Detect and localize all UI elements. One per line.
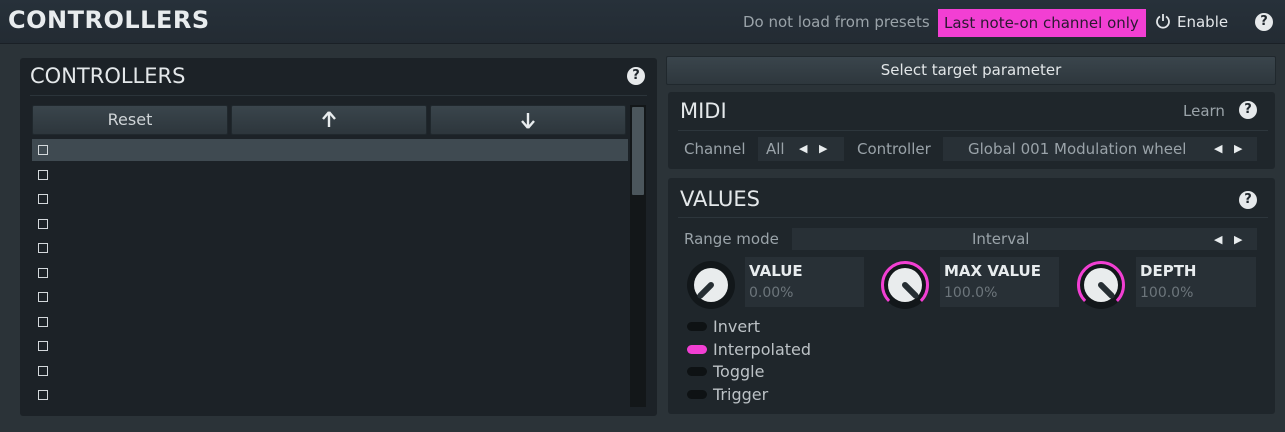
checkbox[interactable]	[38, 365, 48, 376]
list-item[interactable]	[32, 188, 628, 210]
value-knob-title: VALUE	[749, 262, 803, 280]
controller-value[interactable]: Global 001 Modulation wheel	[968, 140, 1186, 158]
select-target-parameter-button[interactable]: Select target parameter	[666, 56, 1276, 85]
checkbox[interactable]	[38, 218, 48, 229]
controllers-list	[32, 139, 628, 409]
divider	[678, 217, 1268, 218]
controller-prev-next-arrows[interactable]: ◀ ▶	[1214, 142, 1246, 155]
list-item[interactable]	[32, 335, 628, 357]
divider	[30, 95, 647, 96]
trigger-label[interactable]: Trigger	[713, 385, 768, 404]
range-mode-value[interactable]: Interval	[972, 230, 1029, 248]
list-item[interactable]	[32, 213, 628, 235]
move-up-button[interactable]	[231, 105, 427, 135]
toggle-mode-toggle[interactable]	[687, 367, 707, 376]
max-value-knob[interactable]	[878, 258, 932, 312]
max-value-knob-title: MAX VALUE	[944, 262, 1041, 280]
depth-knob-value: 100.0%	[1140, 285, 1194, 301]
checkbox[interactable]	[38, 316, 48, 327]
channel-value[interactable]: All	[766, 140, 785, 158]
list-item[interactable]	[32, 262, 628, 284]
arrow-down-icon	[521, 113, 535, 129]
controllers-panel-title: CONTROLLERS	[30, 64, 186, 88]
controller-label: Controller	[857, 140, 931, 158]
value-knob[interactable]	[684, 258, 738, 312]
list-item[interactable]	[32, 360, 628, 382]
checkbox[interactable]	[38, 341, 48, 351]
interpolated-label[interactable]: Interpolated	[713, 340, 811, 359]
header-help-icon[interactable]: ?	[1255, 13, 1273, 31]
max-value-knob-value: 100.0%	[944, 285, 998, 301]
controllers-help-icon[interactable]: ?	[627, 67, 645, 85]
checkbox[interactable]	[38, 390, 48, 400]
enable-button[interactable]: Enable	[1177, 13, 1228, 31]
list-item[interactable]	[32, 384, 628, 406]
checkbox[interactable]	[38, 169, 48, 180]
checkbox[interactable]	[38, 267, 48, 278]
list-item[interactable]	[32, 164, 628, 186]
invert-label[interactable]: Invert	[713, 317, 760, 336]
channel-prev-next-arrows[interactable]: ◀ ▶	[799, 142, 831, 155]
range-mode-prev-next-arrows[interactable]: ◀ ▶	[1214, 233, 1246, 246]
learn-button[interactable]: Learn	[1183, 102, 1225, 120]
reset-button[interactable]: Reset	[32, 105, 228, 135]
divider	[678, 130, 1268, 131]
midi-title: MIDI	[680, 99, 727, 123]
scrollbar-thumb[interactable]	[632, 107, 644, 195]
channel-label: Channel	[684, 140, 746, 158]
interpolated-toggle[interactable]	[687, 345, 707, 354]
values-help-icon[interactable]: ?	[1239, 191, 1257, 209]
arrow-up-icon	[322, 111, 336, 127]
toggle-mode-label[interactable]: Toggle	[713, 362, 764, 381]
midi-help-icon[interactable]: ?	[1239, 101, 1257, 119]
depth-knob-title: DEPTH	[1140, 262, 1197, 280]
value-knob-value: 0.00%	[749, 285, 794, 301]
app-title: CONTROLLERS	[8, 6, 210, 34]
trigger-toggle[interactable]	[687, 390, 707, 399]
checkbox[interactable]	[38, 243, 48, 253]
list-item[interactable]	[32, 311, 628, 333]
depth-knob[interactable]	[1074, 258, 1128, 312]
move-down-button[interactable]	[430, 105, 626, 135]
list-item[interactable]	[32, 139, 628, 161]
power-icon[interactable]	[1155, 13, 1171, 29]
range-mode-label: Range mode	[684, 230, 779, 248]
list-item[interactable]	[32, 237, 628, 259]
checkbox[interactable]	[38, 145, 48, 155]
checkbox[interactable]	[38, 194, 48, 204]
last-note-on-channel-button[interactable]: Last note-on channel only	[938, 9, 1146, 37]
list-item[interactable]	[32, 286, 628, 308]
values-title: VALUES	[680, 187, 761, 211]
no-load-from-presets-button[interactable]: Do not load from presets	[743, 13, 930, 31]
invert-toggle[interactable]	[687, 322, 707, 331]
checkbox[interactable]	[38, 292, 48, 302]
